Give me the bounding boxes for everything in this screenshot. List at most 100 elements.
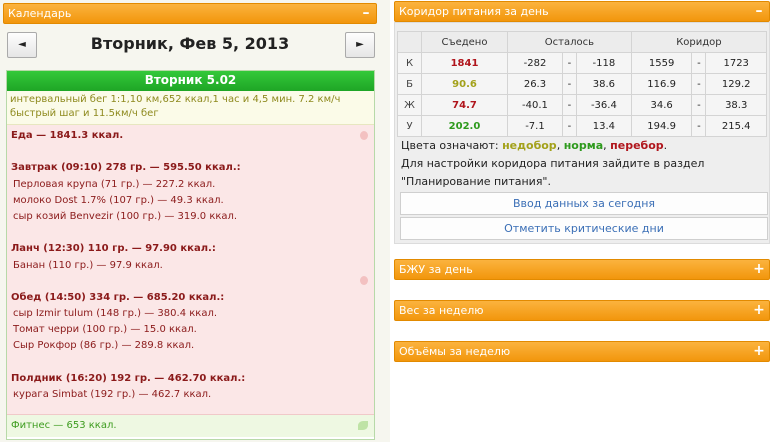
food-line: Банан (110 гр.) — 97.9 ккал. — [13, 259, 163, 271]
food-line — [11, 144, 370, 160]
corridor-from: 34.6 — [630, 94, 693, 116]
row-label: Б — [397, 73, 422, 95]
remaining-to: 38.6 — [575, 73, 632, 95]
apple-icon — [360, 131, 368, 140]
col-remaining: Осталось — [507, 31, 632, 53]
eaten-value: 90.6 — [421, 73, 508, 95]
panel-title: Вес за неделю — [399, 304, 484, 317]
corridor-title: Коридор питания за день — [399, 5, 549, 18]
panel-title: Объёмы за неделю — [399, 345, 511, 358]
food-line: сыр козий Benvezir (100 гр.) — 319.0 кка… — [13, 210, 238, 222]
food-line: Томат черри (100 гр.) — 15.0 ккал. — [13, 324, 197, 336]
row-label: Ж — [397, 94, 422, 116]
corridor-to: 38.3 — [705, 94, 767, 116]
right-column: Коридор питания за день – Съедено Остало… — [390, 0, 772, 442]
table-row: К 1841 -282 - -118 1559 - 1723 — [397, 52, 767, 74]
corridor-from: 1559 — [630, 52, 693, 74]
date-title: Вторник, Фев 5, 2013 — [90, 34, 290, 53]
meal-snack: Полдник (16:20) 192 гр. — 462.70 ккал.: — [11, 372, 246, 384]
remaining-to: -36.4 — [575, 94, 632, 116]
food-line: Перловая крупа (71 гр.) — 227.2 ккал. — [13, 178, 216, 190]
expand-icon[interactable]: + — [753, 301, 765, 320]
col-corridor: Коридор — [630, 31, 768, 53]
legend-under: недобор — [502, 139, 557, 152]
meal-breakfast: Завтрак (09:10) 278 гр. — 595.50 ккал.: — [11, 162, 241, 174]
collapse-icon[interactable]: – — [753, 2, 765, 21]
meal-dinner: Обед (14:50) 334 гр. — 685.20 ккал.: — [11, 291, 225, 303]
table-row: У 202.0 -7.1 - 13.4 194.9 - 215.4 — [397, 115, 767, 137]
legend-over: перебор — [610, 139, 664, 152]
meal-lunch: Ланч (12:30) 110 гр. — 97.90 ккал.: — [11, 243, 216, 255]
corridor-from: 116.9 — [630, 73, 693, 95]
calendar-header[interactable]: Календарь – — [3, 3, 377, 24]
enter-today-button[interactable]: Ввод данных за сегодня — [400, 192, 768, 215]
panel-volumes-header[interactable]: Объёмы за неделю + — [394, 341, 770, 362]
food-line — [11, 274, 370, 290]
food-log[interactable]: Еда — 1841.3 ккал. Завтрак (09:10) 278 г… — [7, 125, 374, 415]
range-dash: - — [561, 73, 577, 95]
expand-icon[interactable]: + — [753, 260, 765, 279]
leaf-icon — [358, 421, 368, 430]
prev-day-button[interactable]: ◄ — [7, 32, 37, 58]
remaining-from: -40.1 — [507, 94, 563, 116]
corridor-to: 215.4 — [705, 115, 767, 137]
eaten-value: 202.0 — [421, 115, 508, 137]
workout-line: быстрый шаг и 11.5км/ч бег — [10, 108, 159, 119]
food-line: молоко Dost 1.7% (107 гр.) — 49.3 ккал. — [13, 194, 224, 206]
color-legend: Цвета означают: недобор, норма, перебор. — [401, 139, 668, 152]
remaining-from: -7.1 — [507, 115, 563, 137]
food-line: Сыр Рокфор (86 гр.) — 289.8 ккал. — [13, 340, 195, 352]
panel-bju-header[interactable]: БЖУ за день + — [394, 259, 770, 280]
apple-icon — [360, 276, 368, 285]
col-eaten: Съедено — [421, 31, 508, 53]
fitness-summary[interactable]: Фитнес — 653 ккал. — [7, 415, 374, 437]
panel-divider — [380, 0, 390, 442]
fitness-text: Фитнес — 653 ккал. — [11, 420, 117, 431]
food-line: курага Simbat (192 гр.) — 462.7 ккал. — [13, 389, 212, 400]
panel-title: БЖУ за день — [399, 263, 473, 276]
collapse-icon[interactable]: – — [360, 4, 372, 23]
legend-prefix: Цвета означают: — [401, 139, 499, 152]
range-dash: - — [691, 94, 707, 116]
corridor-header[interactable]: Коридор питания за день – — [394, 1, 770, 22]
range-dash: - — [691, 73, 707, 95]
corridor-to: 129.2 — [705, 73, 767, 95]
day-box: Вторник 5.02 интервальный бег 1:1,10 км,… — [6, 70, 375, 440]
remaining-to: 13.4 — [575, 115, 632, 137]
eaten-value: 74.7 — [421, 94, 508, 116]
day-header: Вторник 5.02 — [7, 71, 374, 91]
row-label: У — [397, 115, 422, 137]
table-row: Ж 74.7 -40.1 - -36.4 34.6 - 38.3 — [397, 94, 767, 116]
remaining-from: 26.3 — [507, 73, 563, 95]
corridor-to: 1723 — [705, 52, 767, 74]
table-row: Б 90.6 26.3 - 38.6 116.9 - 129.2 — [397, 73, 767, 95]
corridor-from: 194.9 — [630, 115, 693, 137]
range-dash: - — [691, 52, 707, 74]
settings-hint-line1: Для настройки коридора питания зайдите в… — [401, 157, 705, 170]
settings-hint-line2: "Планирование питания". — [401, 175, 551, 188]
food-line — [11, 225, 370, 241]
range-dash: - — [561, 94, 577, 116]
corridor-table: Съедено Осталось Коридор К 1841 -282 - -… — [397, 31, 768, 137]
calendar-panel: Календарь – ◄ Вторник, Фев 5, 2013 ► Вто… — [0, 0, 380, 442]
critical-days-button[interactable]: Отметить критические дни — [400, 217, 768, 240]
range-dash: - — [691, 115, 707, 137]
table-header-row: Съедено Осталось Коридор — [397, 31, 768, 53]
expand-icon[interactable]: + — [753, 342, 765, 361]
food-line: сыр Izmir tulum (148 гр.) — 380.4 ккал. — [13, 308, 218, 320]
next-day-button[interactable]: ► — [345, 32, 375, 58]
row-label: К — [397, 52, 422, 74]
workout-line: интервальный бег 1:1,10 км,652 ккал,1 ча… — [10, 94, 341, 105]
legend-norm: норма — [563, 139, 604, 152]
food-line — [11, 355, 370, 371]
calendar-title: Календарь — [8, 7, 72, 20]
workout-note[interactable]: интервальный бег 1:1,10 км,652 ккал,1 ча… — [7, 91, 374, 125]
eaten-value: 1841 — [421, 52, 508, 74]
remaining-to: -118 — [575, 52, 632, 74]
corner-cell — [397, 31, 422, 53]
range-dash: - — [561, 52, 577, 74]
panel-weight-header[interactable]: Вес за неделю + — [394, 300, 770, 321]
food-total: Еда — 1841.3 ккал. — [11, 130, 124, 141]
remaining-from: -282 — [507, 52, 563, 74]
range-dash: - — [561, 115, 577, 137]
